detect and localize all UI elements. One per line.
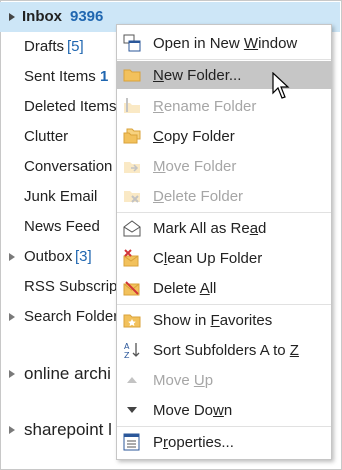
menu-move-folder[interactable]: Move Folder <box>117 152 331 180</box>
folder-search-label: Search Folder <box>24 308 119 325</box>
menu-sort-subfolders-accel: Z <box>289 342 299 359</box>
folder-outbox-label: Outbox <box>24 248 73 265</box>
menu-delete-all[interactable]: Delete All <box>117 274 331 302</box>
menu-show-in-favorites-pre: Show in <box>153 312 211 329</box>
clean-up-icon <box>123 249 141 267</box>
folder-drafts-label: Drafts <box>24 38 65 55</box>
new-folder-icon <box>123 66 141 84</box>
menu-delete-folder-post: elete Folder <box>163 188 244 205</box>
menu-sort-subfolders[interactable]: AZ Sort Subfolders A to Z <box>117 336 331 364</box>
expand-arrow-icon[interactable] <box>9 13 15 21</box>
menu-open-in-new-window-post: indow <box>258 35 298 52</box>
folder-deleted-items-label: Deleted Items <box>24 98 117 115</box>
delete-all-icon <box>123 279 141 297</box>
folder-sent-items-count: 1 <box>100 68 109 85</box>
folder-junk-email-label: Junk Email <box>24 188 98 205</box>
menu-properties-pre: P <box>153 434 164 451</box>
folder-inbox-label: Inbox <box>22 8 62 25</box>
menu-separator <box>117 212 331 213</box>
mouse-pointer-icon <box>272 71 292 100</box>
menu-move-folder-accel: M <box>153 158 166 175</box>
menu-delete-all-accel: A <box>199 280 210 297</box>
rename-folder-icon <box>123 97 141 115</box>
move-up-icon <box>123 371 141 389</box>
mailbox-online-archive-label: online archi <box>24 364 111 383</box>
folder-inbox-count: 9396 <box>70 8 104 25</box>
folder-context-menu: Open in New Window New Folder... Rename … <box>116 24 332 460</box>
folder-sent-items-label: Sent Items <box>24 68 96 85</box>
menu-copy-folder-accel: C <box>153 128 164 145</box>
menu-clean-up-folder[interactable]: Clean Up Folder <box>117 244 331 272</box>
menu-open-in-new-window-accel: W <box>243 35 259 52</box>
mailbox-sharepoint-label: sharepoint l <box>24 420 112 439</box>
menu-mark-all-as-read-post: d <box>258 220 267 237</box>
menu-delete-folder[interactable]: Delete Folder <box>117 182 331 210</box>
menu-clean-up-folder-post: ean Up Folder <box>167 250 263 267</box>
menu-delete-all-pre: Delete <box>153 280 200 297</box>
menu-delete-all-post: ll <box>209 280 217 297</box>
menu-move-up-post: p <box>204 372 214 389</box>
svg-text:A: A <box>124 342 130 351</box>
menu-copy-folder[interactable]: Copy Folder <box>117 122 331 150</box>
menu-move-down[interactable]: Move Down <box>117 396 331 424</box>
menu-rename-folder-post: ename Folder <box>163 98 257 115</box>
menu-show-in-favorites[interactable]: Show in Favorites <box>117 306 331 334</box>
menu-rename-folder-accel: R <box>153 98 164 115</box>
menu-new-folder-accel: N <box>153 67 164 84</box>
menu-open-in-new-window[interactable]: Open in New Window <box>117 29 331 57</box>
menu-separator <box>117 304 331 305</box>
menu-properties-post: operties... <box>168 434 234 451</box>
menu-open-in-new-window-pre: Open in New <box>153 35 244 52</box>
move-folder-icon <box>123 157 141 175</box>
copy-folder-icon <box>123 127 141 145</box>
favorites-icon <box>123 311 141 329</box>
folder-conversation-label: Conversation <box>24 158 113 175</box>
folder-clutter-label: Clutter <box>24 128 69 145</box>
menu-show-in-favorites-post: avorites <box>219 312 273 329</box>
open-new-window-icon <box>123 34 141 52</box>
menu-copy-folder-post: opy Folder <box>163 128 235 145</box>
menu-move-up-pre: Move <box>153 372 194 389</box>
delete-folder-icon <box>123 187 141 205</box>
menu-delete-folder-accel: D <box>153 188 164 205</box>
svg-text:Z: Z <box>124 351 130 359</box>
menu-mark-all-as-read-pre: Mark All as Re <box>153 220 250 237</box>
menu-move-up[interactable]: Move Up <box>117 366 331 394</box>
menu-move-down-pre: Move Do <box>153 402 214 419</box>
menu-show-in-favorites-accel: F <box>210 312 220 329</box>
menu-sort-subfolders-pre: Sort Subfolders A to <box>153 342 290 359</box>
menu-separator <box>117 426 331 427</box>
menu-move-down-accel: w <box>213 402 224 419</box>
folder-outbox-count: [3] <box>75 248 92 265</box>
expand-arrow-icon[interactable] <box>9 426 15 434</box>
menu-properties[interactable]: Properties... <box>117 428 331 456</box>
menu-new-folder[interactable]: New Folder... <box>117 61 331 89</box>
folder-drafts-count: [5] <box>67 38 84 55</box>
menu-move-up-accel: U <box>193 372 205 389</box>
folder-rss-label: RSS Subscript <box>24 278 122 295</box>
mark-read-icon <box>123 219 141 237</box>
menu-mark-all-as-read[interactable]: Mark All as Read <box>117 214 331 242</box>
menu-separator <box>117 59 331 60</box>
menu-new-folder-post: ew Folder... <box>163 67 242 84</box>
sort-az-icon: AZ <box>123 341 141 360</box>
menu-move-down-post: n <box>223 402 233 419</box>
move-down-icon <box>123 401 141 419</box>
folder-news-feed-label: News Feed <box>24 218 100 235</box>
properties-icon <box>123 433 141 451</box>
expand-arrow-icon[interactable] <box>9 253 15 261</box>
menu-rename-folder[interactable]: Rename Folder <box>117 92 331 120</box>
expand-arrow-icon[interactable] <box>9 370 15 378</box>
expand-arrow-icon[interactable] <box>9 313 15 321</box>
menu-mark-all-as-read-accel: a <box>249 220 259 237</box>
menu-clean-up-folder-pre: C <box>153 250 164 267</box>
menu-move-folder-post: ove Folder <box>165 158 237 175</box>
